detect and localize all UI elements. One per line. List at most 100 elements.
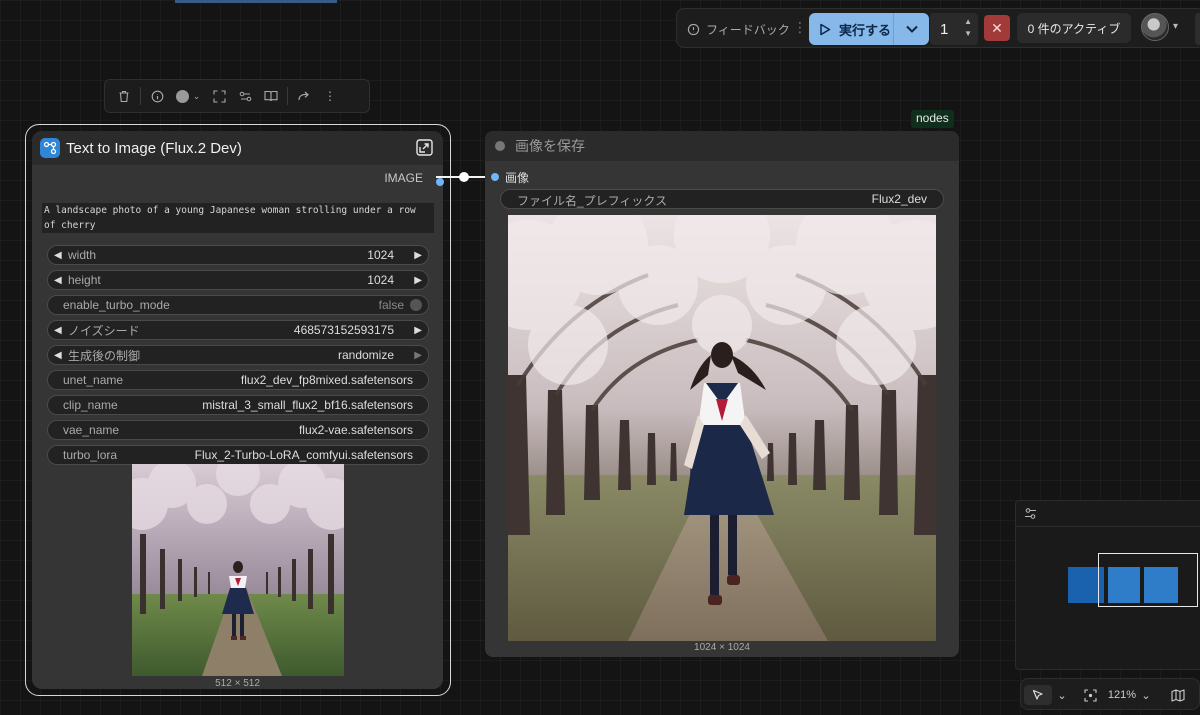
selection-toolbox: ⌄ ⋮ [104,79,370,113]
batch-stepper[interactable]: ▲ ▼ [964,16,972,40]
book-icon[interactable] [258,83,284,109]
feedback-label: フィードバック [706,22,790,37]
color-picker-button[interactable]: ⌄ [170,83,206,109]
increment-arrow-icon[interactable]: ▶ [414,250,422,261]
run-label: 実行する [839,22,892,38]
widget-label: width [68,248,97,262]
top-action-bar: フィードバック ⋮⋮ 実行する 1 ▲ ▼ ✕ 0 件のアクティブ ▾ [676,8,1200,48]
decrement-arrow-icon[interactable]: ◀ [54,325,62,336]
saved-image[interactable] [508,215,936,641]
node-group-badge: nodes [911,110,954,128]
widget-value: 1024 [367,273,394,287]
feedback-button[interactable]: フィードバック [687,17,790,41]
active-queue-label: 0 件のアクティブ [1027,21,1121,36]
widget-label: enable_turbo_mode [63,298,170,312]
clip-name-combo[interactable]: clip_name mistral_3_small_flux2_bf16.saf… [47,395,429,415]
cursor-icon [1032,689,1043,700]
decrement-arrow-icon[interactable]: ◀ [54,275,62,286]
map-icon[interactable] [1169,685,1187,705]
text-to-image-node[interactable]: Text to Image (Flux.2 Dev) IMAGE A lands… [25,124,451,696]
image-dimensions: 1024 × 1024 [694,642,750,653]
widget-label: ファイル名_プレフィックス [517,194,668,208]
play-icon [820,23,831,35]
increment-arrow-icon[interactable]: ▶ [414,350,422,361]
output-slot-label: IMAGE [384,171,423,185]
more-panel-edge[interactable] [1195,13,1200,45]
node-body: Text to Image (Flux.2 Dev) IMAGE A lands… [32,131,444,689]
close-icon: ✕ [991,19,1003,36]
run-button[interactable]: 実行する [809,13,929,45]
convert-subgraph-icon[interactable] [232,83,258,109]
focus-icon[interactable] [1081,685,1099,705]
turbo-mode-toggle[interactable]: enable_turbo_mode false [47,295,429,315]
widget-label: ノイズシード [68,323,140,338]
control-after-generate-widget[interactable]: ◀ 生成後の制御 randomize ▶ [47,345,429,365]
widget-value: flux2_dev_fp8mixed.safetensors [240,373,413,387]
fit-view-icon[interactable] [206,83,232,109]
chevron-down-icon[interactable]: ⌄ [1139,685,1153,705]
seed-widget[interactable]: ◀ ノイズシード 468573152593175 ▶ [47,320,429,340]
chevron-down-icon: ⌄ [192,90,201,101]
cancel-button[interactable]: ✕ [984,15,1010,41]
redo-icon[interactable] [291,83,317,109]
divider [140,87,141,105]
widget-value: flux2-vae.safetensors [298,423,413,437]
preview-image[interactable] [132,464,344,676]
decrement-arrow-icon[interactable]: ◀ [54,250,62,261]
turbo-lora-combo[interactable]: turbo_lora Flux_2-Turbo-LoRA_comfyui.saf… [47,445,429,465]
avatar[interactable] [1141,13,1169,41]
widget-value: Flux_2-Turbo-LoRA_comfyui.safetensors [194,448,413,462]
widget-value: Flux2_dev [871,192,927,206]
minimap-header [1016,501,1200,527]
node-header[interactable]: Text to Image (Flux.2 Dev) [32,131,443,165]
increment-arrow-icon[interactable]: ▶ [414,325,422,336]
increment-arrow-icon[interactable]: ▶ [414,275,422,286]
widget-value: false [378,298,404,312]
minimap[interactable] [1015,500,1200,670]
widget-value: 1024 [367,248,394,262]
widget-label: height [68,273,101,287]
zoom-level[interactable]: 121% [1107,685,1137,705]
filename-prefix-input[interactable]: ファイル名_プレフィックス Flux2_dev [500,189,944,209]
save-image-node[interactable]: 画像を保存 画像 ファイル名_プレフィックス Flux2_dev 1024 × … [485,131,959,657]
input-slot-label: 画像 [505,171,530,185]
decrement-arrow-icon[interactable]: ◀ [54,350,62,361]
trash-icon[interactable] [111,83,137,109]
height-widget[interactable]: ◀ height 1024 ▶ [47,270,429,290]
batch-count-input[interactable]: 1 ▲ ▼ [930,13,978,45]
chevron-down-icon[interactable]: ▼ [964,28,972,40]
widget-label: turbo_lora [63,448,118,462]
preview-dimensions: 512 × 512 [215,678,260,689]
widget-label: 生成後の制御 [68,348,141,363]
widget-value: randomize [337,348,394,362]
chevron-down-icon[interactable]: ▾ [1173,21,1178,32]
node-header[interactable]: 画像を保存 [485,131,959,161]
chevron-up-icon[interactable]: ▲ [964,16,972,28]
width-widget[interactable]: ◀ width 1024 ▶ [47,245,429,265]
color-swatch [175,89,189,103]
collapse-dot-icon[interactable] [495,141,505,151]
active-queue-button[interactable]: 0 件のアクティブ [1017,13,1131,43]
toggle-knob[interactable] [410,299,422,311]
minimap-viewport[interactable] [1098,553,1198,607]
batch-count-value: 1 [940,20,949,38]
info-icon[interactable] [144,83,170,109]
feedback-icon [687,23,700,35]
settings-sliders-icon[interactable] [1024,507,1037,520]
divider [287,87,288,105]
select-pointer-button[interactable] [1024,685,1052,705]
widget-value: mistral_3_small_flux2_bf16.safetensors [202,398,413,412]
enter-subgraph-icon[interactable] [416,139,433,161]
more-icon[interactable]: ⋮ [317,83,343,109]
subgraph-icon [40,138,60,158]
canvas-controls: ⌄ 121% ⌄ [1020,678,1200,710]
run-mode-dropdown[interactable] [893,13,929,45]
prompt-textarea[interactable]: A landscape photo of a young Japanese wo… [42,203,434,233]
widget-label: clip_name [63,398,118,412]
unet-name-combo[interactable]: unet_name flux2_dev_fp8mixed.safetensors [47,370,429,390]
chevron-down-icon [905,25,918,33]
input-slot-image[interactable] [491,173,499,181]
widget-label: vae_name [63,423,120,437]
vae-name-combo[interactable]: vae_name flux2-vae.safetensors [47,420,429,440]
chevron-down-icon[interactable]: ⌄ [1055,685,1069,705]
